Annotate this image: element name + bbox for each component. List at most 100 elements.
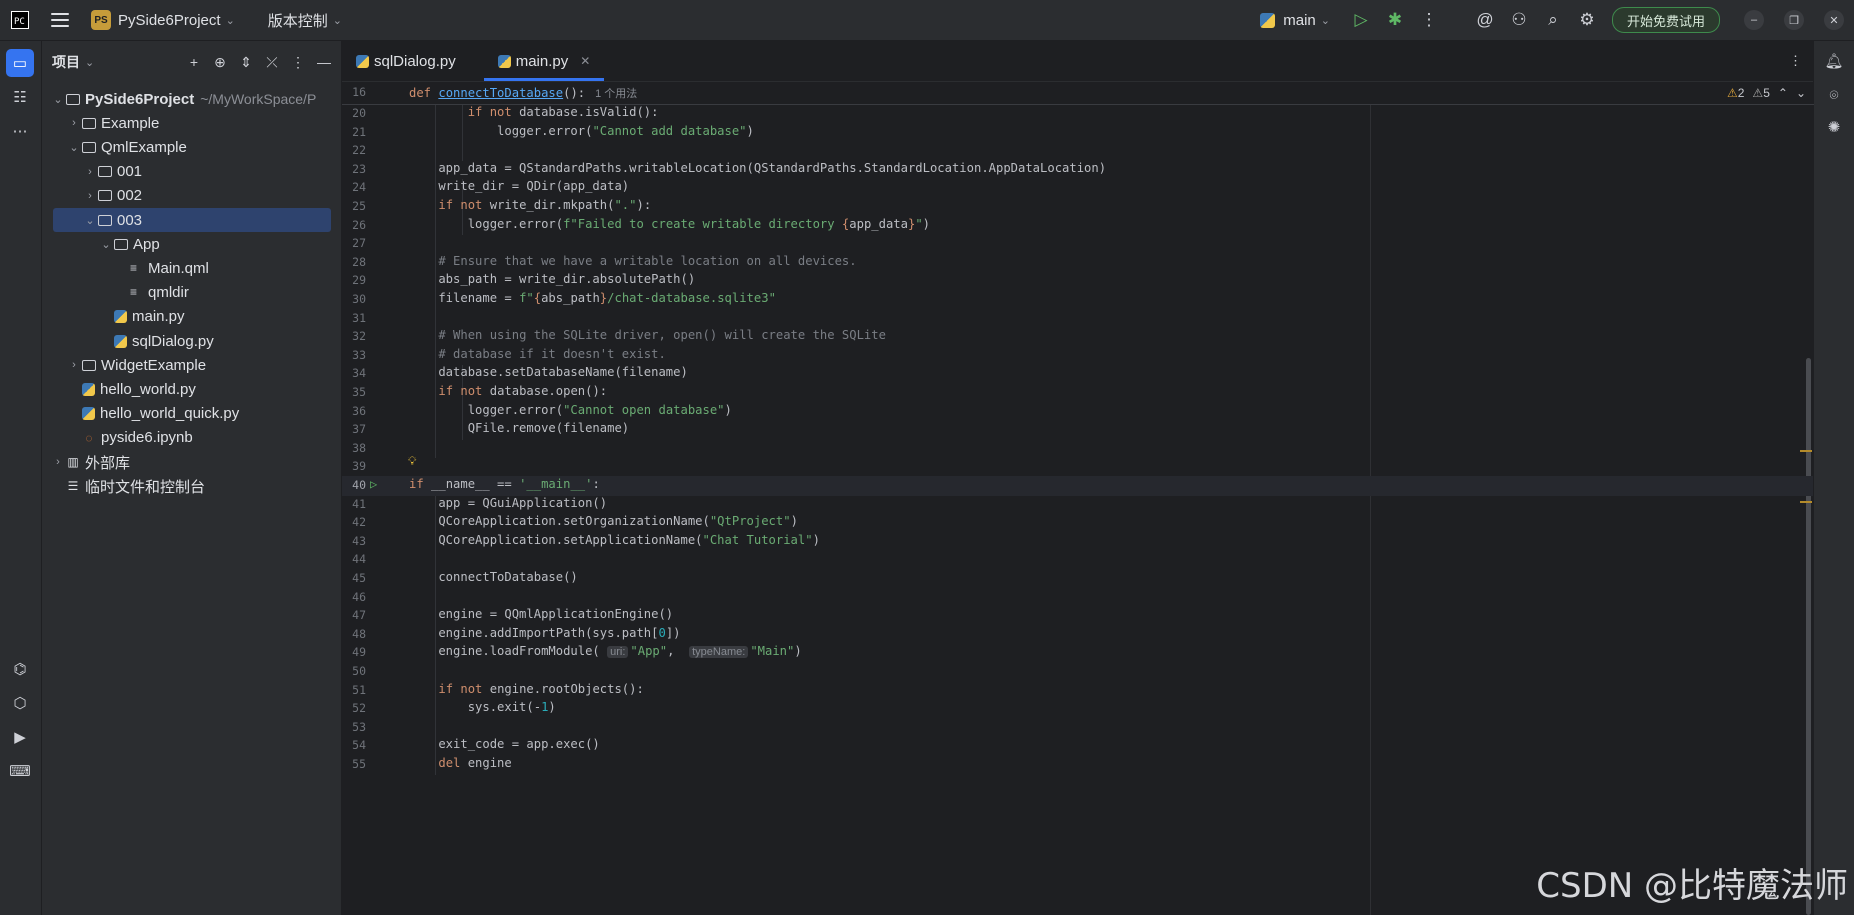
chevron-right-icon[interactable]: › xyxy=(82,190,98,202)
vertical-scrollbar[interactable] xyxy=(1806,358,1811,915)
previous-highlight-icon[interactable]: ⌃ xyxy=(1778,86,1788,100)
tree-item[interactable]: › Example xyxy=(42,111,332,135)
code-line[interactable]: sys.exit(-1) xyxy=(409,700,556,714)
code-line[interactable]: if not database.open(): xyxy=(409,384,607,398)
start-trial-button[interactable]: 开始免费试用 xyxy=(1611,7,1720,33)
locate-icon[interactable]: ⊕ xyxy=(207,54,233,71)
project-badge-icon[interactable]: PS xyxy=(91,10,111,30)
vcs-menu[interactable]: 版本控制 ⌄ xyxy=(261,0,342,40)
code-line[interactable]: write_dir = QDir(app_data) xyxy=(409,179,629,193)
ai-chat-icon[interactable]: ⌾ xyxy=(1820,81,1848,109)
panel-title[interactable]: 项目 xyxy=(52,52,80,72)
minimize-button[interactable]: – xyxy=(1734,0,1774,40)
next-highlight-icon[interactable]: ⌄ xyxy=(1796,86,1806,100)
code-line[interactable]: del engine xyxy=(409,756,511,770)
code-line[interactable]: app_data = QStandardPaths.writableLocati… xyxy=(409,161,1106,175)
python-console-icon[interactable]: ▶ xyxy=(6,723,34,751)
code-line[interactable]: # database if it doesn't exist. xyxy=(409,347,665,361)
intention-bulb-icon[interactable]: 💡︎ xyxy=(408,454,416,469)
code-line[interactable]: logger.error("Cannot add database") xyxy=(409,124,754,138)
settings-gear-icon[interactable]: ⚙ xyxy=(1570,0,1604,40)
ai-assistant-icon[interactable]: @ xyxy=(1468,0,1502,40)
close-tab-icon[interactable]: ✕ xyxy=(580,54,590,68)
project-tool-icon[interactable]: ▭ xyxy=(6,49,34,77)
tree-item[interactable]: ≡ Main.qml xyxy=(42,256,332,280)
main-menu-icon[interactable] xyxy=(51,13,69,27)
python-packages-icon[interactable]: ⌬ xyxy=(6,655,34,683)
code-with-me-icon[interactable]: ⚇ xyxy=(1502,0,1536,40)
chevron-down-icon[interactable]: ⌄ xyxy=(98,238,114,251)
chevron-down-icon[interactable]: ⌄ xyxy=(66,141,82,154)
code-line[interactable]: connectToDatabase() xyxy=(409,570,577,584)
tree-item[interactable]: › WidgetExample xyxy=(42,353,332,377)
code-line[interactable]: engine.addImportPath(sys.path[0]) xyxy=(409,626,680,640)
code-area[interactable]: 16 def connectToDatabase(): 1 个用法 ⚠2 ⚠5 ⌃… xyxy=(342,82,1814,915)
code-line[interactable]: if not write_dir.mkpath("."): xyxy=(409,198,651,212)
hide-panel-icon[interactable]: — xyxy=(311,54,337,70)
jetbrains-ai-icon[interactable]: ✺ xyxy=(1820,113,1848,141)
tree-item[interactable]: sqlDialog.py xyxy=(42,329,332,353)
tree-item[interactable]: ⌄ App xyxy=(42,232,332,256)
terminal-icon[interactable]: ⌨ xyxy=(6,757,34,785)
chevron-right-icon[interactable]: › xyxy=(66,117,82,129)
inspection-widget[interactable]: ⚠2 ⚠5 ⌃ ⌄ xyxy=(1727,86,1806,100)
sticky-header[interactable]: 16 def connectToDatabase(): 1 个用法 ⚠2 ⚠5 ⌃… xyxy=(342,82,1814,105)
code-line[interactable]: app = QGuiApplication() xyxy=(409,496,607,510)
run-gutter-icon[interactable]: ▷ xyxy=(370,477,377,491)
tree-item[interactable]: hello_world.py xyxy=(42,377,332,401)
collapse-all-icon[interactable]: ⤫ xyxy=(259,54,285,71)
chevron-down-icon[interactable]: ⌄ xyxy=(82,214,98,227)
tree-item[interactable]: › 002 xyxy=(42,184,332,208)
code-line[interactable]: if not engine.rootObjects(): xyxy=(409,682,643,696)
tree-item[interactable]: ⌄ QmlExample xyxy=(42,135,332,159)
debug-icon[interactable]: ✱ xyxy=(1378,0,1412,40)
code-line[interactable]: logger.error(f"Failed to create writable… xyxy=(409,217,930,231)
tree-item[interactable]: hello_world_quick.py xyxy=(42,402,332,426)
code-line[interactable]: engine = QQmlApplicationEngine() xyxy=(409,607,673,621)
structure-tool-icon[interactable]: ☷ xyxy=(6,83,34,111)
run-config-selector[interactable]: main ⌄ xyxy=(1260,0,1330,40)
project-selector[interactable]: PySide6Project ⌄ xyxy=(111,0,235,40)
code-line[interactable]: if __name__ == '__main__': xyxy=(409,477,600,491)
more-tools-icon[interactable]: ⋯ xyxy=(6,117,34,145)
expand-all-icon[interactable]: ⇕ xyxy=(233,54,259,71)
code-line[interactable]: QCoreApplication.setOrganizationName("Qt… xyxy=(409,514,798,528)
code-line[interactable]: logger.error("Cannot open database") xyxy=(409,403,732,417)
tree-item[interactable]: › ▥ 外部库 xyxy=(42,450,332,474)
options-icon[interactable]: ⋮ xyxy=(285,54,311,71)
new-file-icon[interactable]: + xyxy=(181,54,207,70)
chevron-right-icon[interactable]: › xyxy=(82,166,98,178)
tab-main-py[interactable]: main.py ✕ xyxy=(483,41,605,81)
restore-button[interactable]: ❐ xyxy=(1774,0,1814,40)
tabs-options-icon[interactable]: ⋮ xyxy=(1789,41,1802,81)
chevron-right-icon[interactable]: › xyxy=(50,456,66,468)
tree-item[interactable]: ⌄ PySide6Project ~/MyWorkSpace/P xyxy=(42,87,332,111)
code-line[interactable]: # When using the SQLite driver, open() w… xyxy=(409,328,886,342)
tab-sqldialog[interactable]: sqlDialog.py xyxy=(342,41,470,81)
code-line[interactable]: QCoreApplication.setApplicationName("Cha… xyxy=(409,533,820,547)
pycharm-logo-icon[interactable]: PC xyxy=(11,11,29,29)
tree-item[interactable]: ⌄ 003 xyxy=(53,208,331,232)
close-window-button[interactable]: ✕ xyxy=(1814,0,1854,40)
services-icon[interactable]: ⬡ xyxy=(6,689,34,717)
chevron-down-icon[interactable]: ⌄ xyxy=(85,56,94,69)
more-actions-icon[interactable]: ⋮ xyxy=(1412,0,1446,40)
chevron-right-icon[interactable]: › xyxy=(66,359,82,371)
code-line[interactable]: # Ensure that we have a writable locatio… xyxy=(409,254,856,268)
code-line[interactable]: filename = f"{abs_path}/chat-database.sq… xyxy=(409,291,776,305)
tree-item[interactable]: main.py xyxy=(42,305,332,329)
search-icon[interactable]: ⌕ xyxy=(1536,0,1570,40)
code-line[interactable]: abs_path = write_dir.absolutePath() xyxy=(409,272,695,286)
code-line[interactable]: database.setDatabaseName(filename) xyxy=(409,365,687,379)
chevron-down-icon[interactable]: ⌄ xyxy=(50,93,66,106)
tree-item[interactable]: ◌ pyside6.ipynb xyxy=(42,426,332,450)
tree-item[interactable]: ≡ qmldir xyxy=(42,281,332,305)
code-line[interactable]: engine.loadFromModule( uri: "App", typeNa… xyxy=(409,644,802,659)
code-line[interactable]: if not database.isValid(): xyxy=(409,105,659,119)
run-icon[interactable]: ▷ xyxy=(1344,0,1378,40)
tree-item[interactable]: ☰ 临时文件和控制台 xyxy=(42,474,332,498)
code-line[interactable]: QFile.remove(filename) xyxy=(409,421,629,435)
tree-item[interactable]: › 001 xyxy=(42,160,332,184)
code-line[interactable]: exit_code = app.exec() xyxy=(409,737,599,751)
notifications-icon[interactable]: 🔔︎ xyxy=(1820,47,1848,75)
